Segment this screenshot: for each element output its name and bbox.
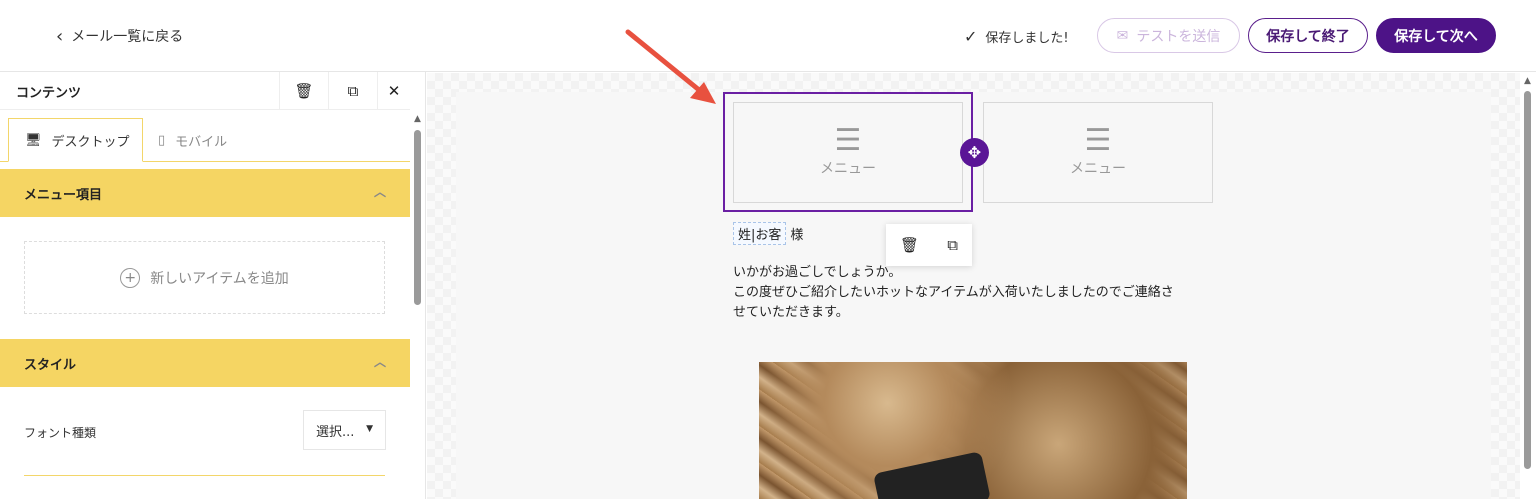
annotation-arrow	[625, 29, 716, 104]
back-label: メール一覧に戻る	[71, 29, 184, 45]
send-test-label: テストを送信	[1136, 28, 1221, 45]
tab-mobile[interactable]: ▯ モバイル	[158, 118, 227, 162]
duplicate-icon[interactable]: ⧉	[947, 236, 958, 254]
panel-title: コンテンツ	[16, 86, 82, 101]
panel-scroll-thumb[interactable]	[414, 130, 421, 305]
font-select-value: 選択...	[316, 424, 355, 440]
body-text-block[interactable]: いかがお過ごしでしょうか。 この度ぜひご紹介したいホットなアイテムが入荷いたしま…	[733, 263, 1213, 323]
save-status-text: 保存しました!	[985, 30, 1069, 46]
mail-icon: ✉	[1116, 27, 1129, 44]
close-icon[interactable]: ✕	[377, 72, 410, 110]
top-header: ‹ メール一覧に戻る ✓ 保存しました! ✉ テストを送信 保存して終了 保存し…	[0, 0, 1536, 72]
canvas-scrollbar[interactable]: ▲	[1520, 72, 1536, 499]
tab-mobile-label: モバイル	[175, 134, 228, 150]
trash-icon[interactable]: 🗑	[279, 72, 328, 110]
product-shape	[873, 451, 991, 499]
style-section-header[interactable]: スタイル ︿	[0, 339, 410, 387]
body-line: せていただきます。	[733, 305, 849, 320]
chevron-up-icon: ︿	[373, 355, 386, 369]
font-type-label: フォント種類	[24, 426, 97, 440]
panel-header: コンテンツ 🗑 ⧉ ✕	[0, 72, 410, 110]
move-icon[interactable]: ✥	[960, 138, 989, 167]
body-line: いかがお過ごしでしょうか。	[733, 265, 902, 280]
selected-block-outline	[723, 92, 973, 212]
font-type-select[interactable]: 選択... ▼	[303, 410, 386, 450]
chevron-left-icon: ‹	[56, 25, 64, 47]
greeting-line[interactable]: 姓|お客 様	[733, 222, 803, 245]
block-toolbar: 🗑 ⧉	[886, 224, 972, 266]
caret-down-icon: ▼	[366, 424, 373, 434]
save-and-next-button[interactable]: 保存して次へ	[1376, 18, 1496, 53]
add-item-label: 新しいアイテムを追加	[150, 270, 289, 287]
menu-items-section-title: メニュー項目	[24, 187, 103, 203]
chevron-up-icon: ︿	[373, 185, 386, 199]
product-image[interactable]	[759, 362, 1187, 499]
save-and-finish-button[interactable]: 保存して終了	[1248, 18, 1368, 53]
mobile-icon: ▯	[158, 132, 166, 148]
plus-circle-icon: +	[120, 267, 141, 288]
scroll-up-icon[interactable]: ▲	[1524, 76, 1531, 86]
back-to-list-link[interactable]: ‹ メール一覧に戻る	[56, 24, 183, 48]
trash-icon[interactable]: 🗑	[900, 236, 919, 254]
duplicate-icon[interactable]: ⧉	[328, 72, 377, 110]
body-line: この度ぜひご紹介したいホットなアイテムが入荷いたしましたのでご連絡さ	[733, 285, 1174, 300]
menu-block-label: メニュー	[1070, 160, 1126, 177]
divider	[24, 475, 385, 476]
scroll-up-icon[interactable]: ▲	[414, 114, 421, 124]
variable-tag[interactable]: 姓|お客	[733, 222, 787, 245]
save-status: ✓ 保存しました!	[964, 24, 1069, 48]
panel-scrollbar[interactable]: ▲	[410, 110, 425, 499]
style-section-title: スタイル	[24, 357, 77, 373]
send-test-button[interactable]: ✉ テストを送信	[1097, 18, 1240, 53]
menu-block-2[interactable]: ☰ メニュー	[983, 102, 1213, 203]
menu-icon: ☰	[1084, 122, 1112, 158]
desktop-icon: 🖥	[25, 132, 42, 148]
menu-items-section-header[interactable]: メニュー項目 ︿	[0, 169, 410, 217]
canvas-scroll-thumb[interactable]	[1524, 91, 1531, 469]
tab-desktop-label: デスクトップ	[51, 134, 130, 150]
tab-desktop[interactable]: 🖥 デスクトップ	[8, 118, 143, 162]
content-panel: コンテンツ 🗑 ⧉ ✕ 🖥 デスクトップ ▯ モバイル メニュー項目 ︿ + 新…	[0, 72, 426, 499]
check-icon: ✓	[964, 26, 978, 46]
greeting-suffix: 様	[790, 228, 804, 243]
add-new-item-button[interactable]: + 新しいアイテムを追加	[24, 241, 385, 314]
device-tabs: 🖥 デスクトップ ▯ モバイル	[0, 110, 410, 162]
